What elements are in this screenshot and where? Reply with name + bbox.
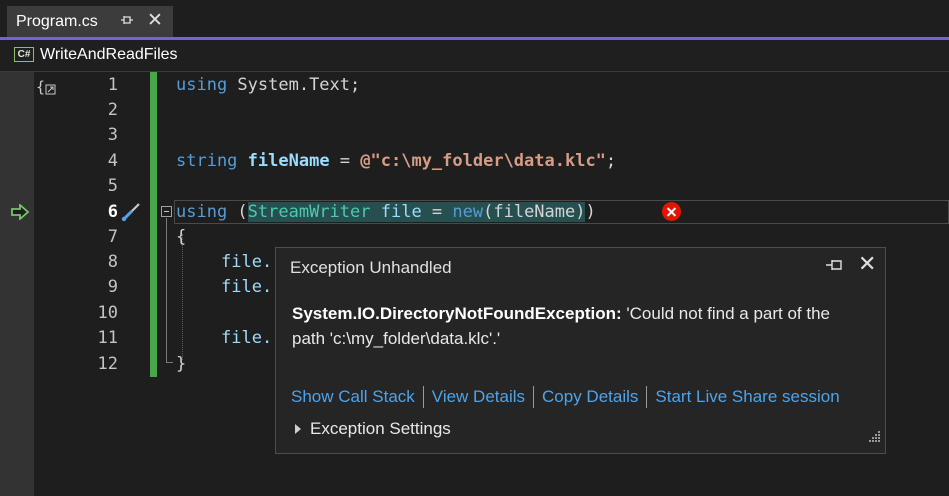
- pin-icon[interactable]: [825, 257, 847, 278]
- show-call-stack-link[interactable]: Show Call Stack: [291, 387, 415, 407]
- line-number: 2: [107, 100, 118, 120]
- quick-actions-screwdriver-icon[interactable]: [120, 202, 146, 226]
- exception-helper-popup: Exception Unhandled ✕ System.IO.Director…: [275, 247, 886, 454]
- close-icon[interactable]: ✕: [147, 9, 163, 31]
- code-line-8[interactable]: file.: [221, 252, 272, 272]
- view-details-link[interactable]: View Details: [432, 387, 525, 407]
- code-text: =: [421, 202, 453, 222]
- keyword: string: [176, 151, 238, 171]
- popup-action-links: Show Call Stack View Details Copy Detail…: [291, 386, 840, 408]
- code-line-1[interactable]: using System.Text;: [176, 75, 360, 95]
- exception-settings-expander[interactable]: Exception Settings: [295, 419, 451, 439]
- code-line-6[interactable]: using (StreamWriter file = new(fileName)…: [176, 202, 596, 222]
- code-text: file.: [221, 252, 273, 272]
- code-text: =: [329, 151, 361, 171]
- line-number: 7: [107, 227, 118, 247]
- keyword: using: [176, 202, 228, 222]
- keyword: using: [176, 75, 228, 95]
- expand-triangle-icon: [295, 424, 301, 434]
- line-number: 4: [107, 151, 118, 171]
- exception-type: System.IO.DirectoryNotFoundException:: [292, 304, 622, 323]
- resize-grip-icon[interactable]: [867, 430, 881, 449]
- project-dropdown[interactable]: WriteAndReadFiles: [40, 46, 178, 64]
- line-number: 1: [107, 75, 118, 95]
- code-text: ): [585, 202, 596, 222]
- string-literal: @"c:\my_folder\data.klc": [360, 151, 606, 171]
- code-line-4[interactable]: string fileName = @"c:\my_folder\data.kl…: [176, 151, 616, 171]
- line-number: 8: [107, 252, 118, 272]
- keyword: new: [452, 202, 484, 222]
- code-text: }: [176, 354, 187, 374]
- line-number-current: 6: [107, 202, 118, 222]
- collapse-outline-icon[interactable]: [161, 206, 172, 217]
- variable: fileName: [247, 151, 330, 171]
- code-text: ;: [605, 151, 617, 171]
- code-text: (fileName): [483, 202, 586, 222]
- line-number: 5: [107, 176, 118, 196]
- line-number: 10: [97, 303, 118, 323]
- execution-pointer-icon: [10, 203, 30, 224]
- line-number: 3: [107, 125, 118, 145]
- line-number: 11: [97, 328, 118, 348]
- exception-settings-label: Exception Settings: [310, 419, 451, 438]
- pin-icon[interactable]: [120, 13, 134, 31]
- link-separator: [533, 386, 535, 408]
- csharp-project-icon: C#: [14, 47, 34, 62]
- code-text: file.: [221, 277, 273, 297]
- line-number: 9: [107, 277, 118, 297]
- document-tab-strip: Program.cs ✕: [0, 0, 949, 37]
- close-icon[interactable]: ✕: [858, 251, 876, 277]
- code-line-11[interactable]: file.: [221, 328, 272, 348]
- outline-guide-end: [166, 362, 173, 363]
- link-separator: [422, 386, 424, 408]
- type-name: StreamWriter: [247, 202, 371, 222]
- copy-details-link[interactable]: Copy Details: [542, 387, 638, 407]
- code-text: (: [227, 202, 248, 222]
- code-lens-icon[interactable]: {: [36, 78, 57, 96]
- indent-guide: [182, 234, 183, 360]
- change-tracking-bar: [150, 72, 157, 377]
- error-icon[interactable]: [662, 202, 681, 221]
- code-line-7[interactable]: {: [176, 227, 186, 247]
- outline-guide: [166, 218, 167, 362]
- code-text: file.: [221, 328, 273, 348]
- line-number: 12: [97, 354, 118, 374]
- start-live-share-link[interactable]: Start Live Share session: [655, 387, 839, 407]
- exception-message: System.IO.DirectoryNotFoundException: 'C…: [292, 301, 862, 351]
- indicator-margin[interactable]: [0, 72, 34, 496]
- tab-title: Program.cs: [16, 12, 98, 30]
- code-text: System.Text;: [227, 75, 361, 95]
- code-text: {: [176, 227, 187, 247]
- link-separator: [646, 386, 648, 408]
- variable: file: [370, 202, 422, 222]
- tab-program-cs[interactable]: Program.cs ✕: [7, 6, 173, 37]
- code-line-9[interactable]: file.: [221, 277, 272, 297]
- popup-title: Exception Unhandled: [290, 258, 452, 277]
- navigation-bar[interactable]: C# WriteAndReadFiles: [0, 40, 949, 72]
- code-line-12[interactable]: }: [176, 354, 186, 374]
